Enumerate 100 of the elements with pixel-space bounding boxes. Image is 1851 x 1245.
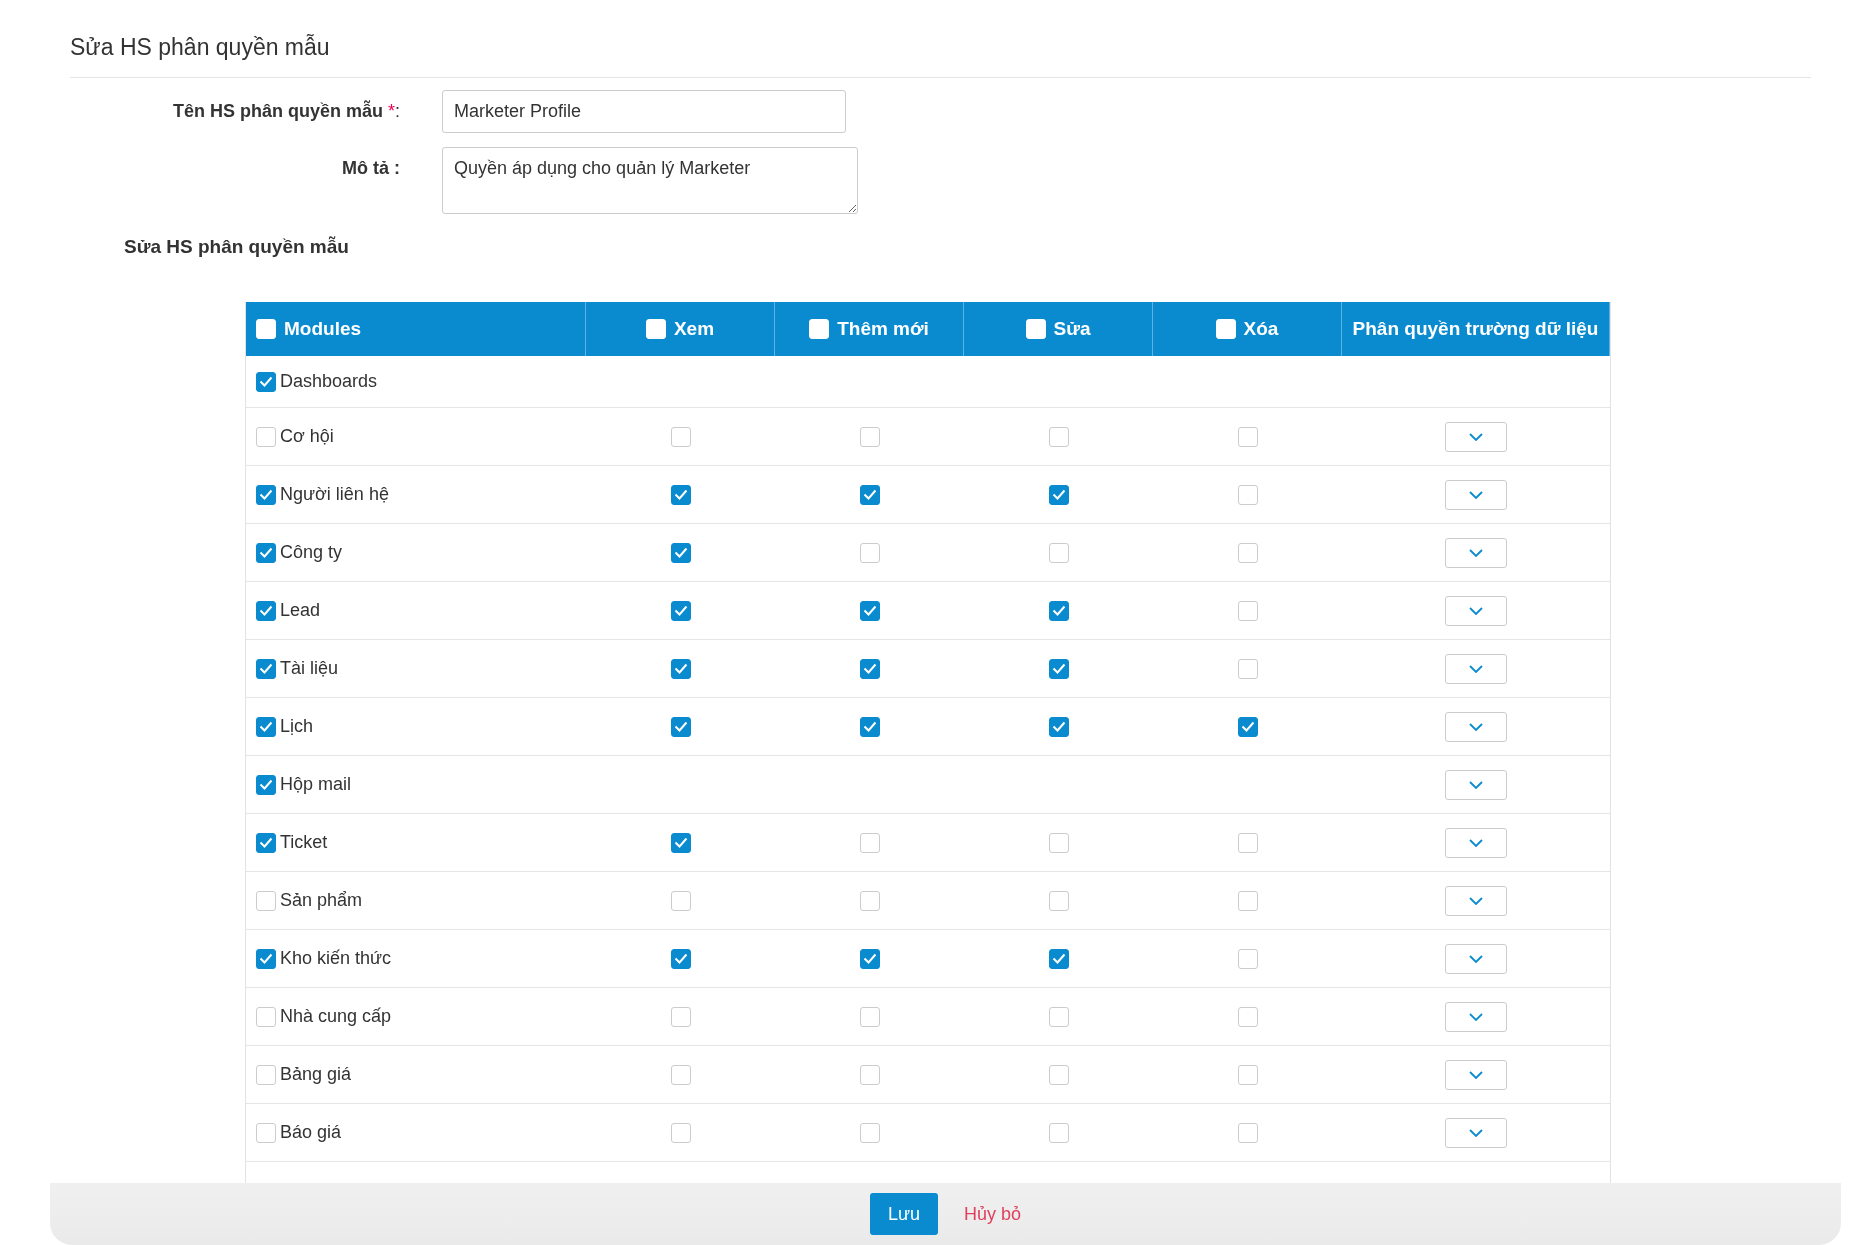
chevron-down-icon (1469, 548, 1483, 557)
dropdown-button[interactable] (1445, 769, 1507, 800)
checkbox[interactable] (670, 1064, 691, 1085)
checkbox[interactable] (859, 1006, 880, 1027)
module-name: Công ty (280, 542, 343, 563)
checkbox[interactable] (670, 484, 691, 505)
checkbox[interactable] (256, 774, 276, 795)
checkbox[interactable] (256, 1122, 276, 1143)
checkbox[interactable] (256, 371, 276, 392)
module-name: Bảng giá (280, 1064, 352, 1085)
checkbox[interactable] (670, 426, 691, 447)
checkbox[interactable] (1237, 948, 1258, 969)
checkbox[interactable] (1237, 716, 1258, 737)
checkbox[interactable] (1048, 1064, 1069, 1085)
checkbox[interactable] (256, 600, 276, 621)
checkbox[interactable] (859, 426, 880, 447)
description-field[interactable]: Quyền áp dụng cho quản lý Marketer (442, 147, 858, 214)
chevron-down-icon (1469, 606, 1483, 615)
checkbox[interactable] (1237, 600, 1258, 621)
chevron-down-icon (1469, 780, 1483, 789)
checkbox[interactable] (670, 948, 691, 969)
checkbox[interactable] (670, 716, 691, 737)
dropdown-button[interactable] (1445, 827, 1507, 858)
checkbox[interactable] (670, 1122, 691, 1143)
checkbox[interactable] (670, 890, 691, 911)
checkbox[interactable] (1237, 426, 1258, 447)
dropdown-button[interactable] (1445, 1117, 1507, 1148)
module-name: Tài liệu (280, 658, 339, 679)
checkbox[interactable] (1048, 600, 1069, 621)
checkbox[interactable] (1048, 1006, 1069, 1027)
checkbox[interactable] (670, 658, 691, 679)
checkbox[interactable] (1237, 832, 1258, 853)
checkbox[interactable] (1048, 716, 1069, 737)
description-label: Mô tả : (341, 157, 400, 179)
dropdown-button[interactable] (1445, 595, 1507, 626)
module-name: Sản phẩm (280, 890, 363, 911)
chevron-down-icon (1469, 1128, 1483, 1137)
checkbox[interactable] (256, 948, 276, 969)
dropdown-button[interactable] (1445, 1001, 1507, 1032)
dropdown-button[interactable] (1445, 711, 1507, 742)
checkbox[interactable] (1237, 484, 1258, 505)
column-label: Phân quyền trường dữ liệu (1352, 318, 1599, 340)
module-name: Hộp mail (280, 774, 352, 795)
save-button[interactable]: Lưu (869, 1193, 938, 1235)
section-title: Sửa HS phân quyền mẫu (124, 236, 350, 258)
checkbox[interactable] (670, 542, 691, 563)
page-title: Sửa HS phân quyền mẫu (70, 34, 1811, 78)
checkbox[interactable] (1048, 658, 1069, 679)
checkbox[interactable] (1237, 1006, 1258, 1027)
checkbox[interactable] (1048, 948, 1069, 969)
checkbox[interactable] (859, 1064, 880, 1085)
checkbox[interactable] (1048, 1122, 1069, 1143)
name-label: Tên HS phân quyền mẫu *: (171, 99, 400, 122)
checkbox[interactable] (256, 1006, 276, 1027)
name-input-field[interactable]: Marketer Profile (442, 90, 846, 133)
checkbox[interactable] (859, 832, 880, 853)
checkbox[interactable] (859, 890, 880, 911)
chevron-down-icon (1469, 722, 1483, 731)
checkbox[interactable] (1237, 1064, 1258, 1085)
checkbox[interactable] (1048, 542, 1069, 563)
checkbox[interactable] (256, 484, 276, 505)
dropdown-button[interactable] (1445, 885, 1507, 916)
module-name: Người liên hệ (280, 484, 389, 505)
checkbox[interactable] (859, 948, 880, 969)
chevron-down-icon (1469, 490, 1483, 499)
checkbox[interactable] (1048, 484, 1069, 505)
checkbox[interactable] (1237, 890, 1258, 911)
checkbox[interactable] (256, 890, 276, 911)
checkbox[interactable] (1237, 542, 1258, 563)
dropdown-button[interactable] (1445, 1059, 1507, 1090)
checkbox[interactable] (1048, 890, 1069, 911)
checkbox[interactable] (256, 542, 276, 563)
dropdown-button[interactable] (1445, 479, 1507, 510)
checkbox[interactable] (670, 1006, 691, 1027)
checkbox[interactable] (256, 832, 276, 853)
checkbox[interactable] (256, 1064, 276, 1085)
checkbox[interactable] (859, 658, 880, 679)
checkbox[interactable] (256, 426, 276, 447)
checkbox[interactable] (670, 600, 691, 621)
checkbox[interactable] (859, 600, 880, 621)
module-name: Cơ hội (280, 426, 334, 447)
checkbox[interactable] (1237, 1122, 1258, 1143)
dropdown-button[interactable] (1445, 421, 1507, 452)
checkbox[interactable] (1048, 426, 1069, 447)
module-name: Lịch (280, 716, 314, 737)
dropdown-button[interactable] (1445, 537, 1507, 568)
module-name: Ticket (280, 832, 328, 853)
checkbox[interactable] (256, 658, 276, 679)
dropdown-button[interactable] (1445, 943, 1507, 974)
checkbox[interactable] (859, 542, 880, 563)
dropdown-button[interactable] (1445, 653, 1507, 684)
checkbox[interactable] (859, 1122, 880, 1143)
checkbox[interactable] (1048, 832, 1069, 853)
checkbox[interactable] (859, 716, 880, 737)
checkbox[interactable] (1237, 658, 1258, 679)
column-label: Modules (284, 318, 362, 340)
checkbox[interactable] (670, 832, 691, 853)
checkbox[interactable] (256, 716, 276, 737)
cancel-link[interactable]: Hủy bỏ (964, 1203, 1022, 1225)
checkbox[interactable] (859, 484, 880, 505)
